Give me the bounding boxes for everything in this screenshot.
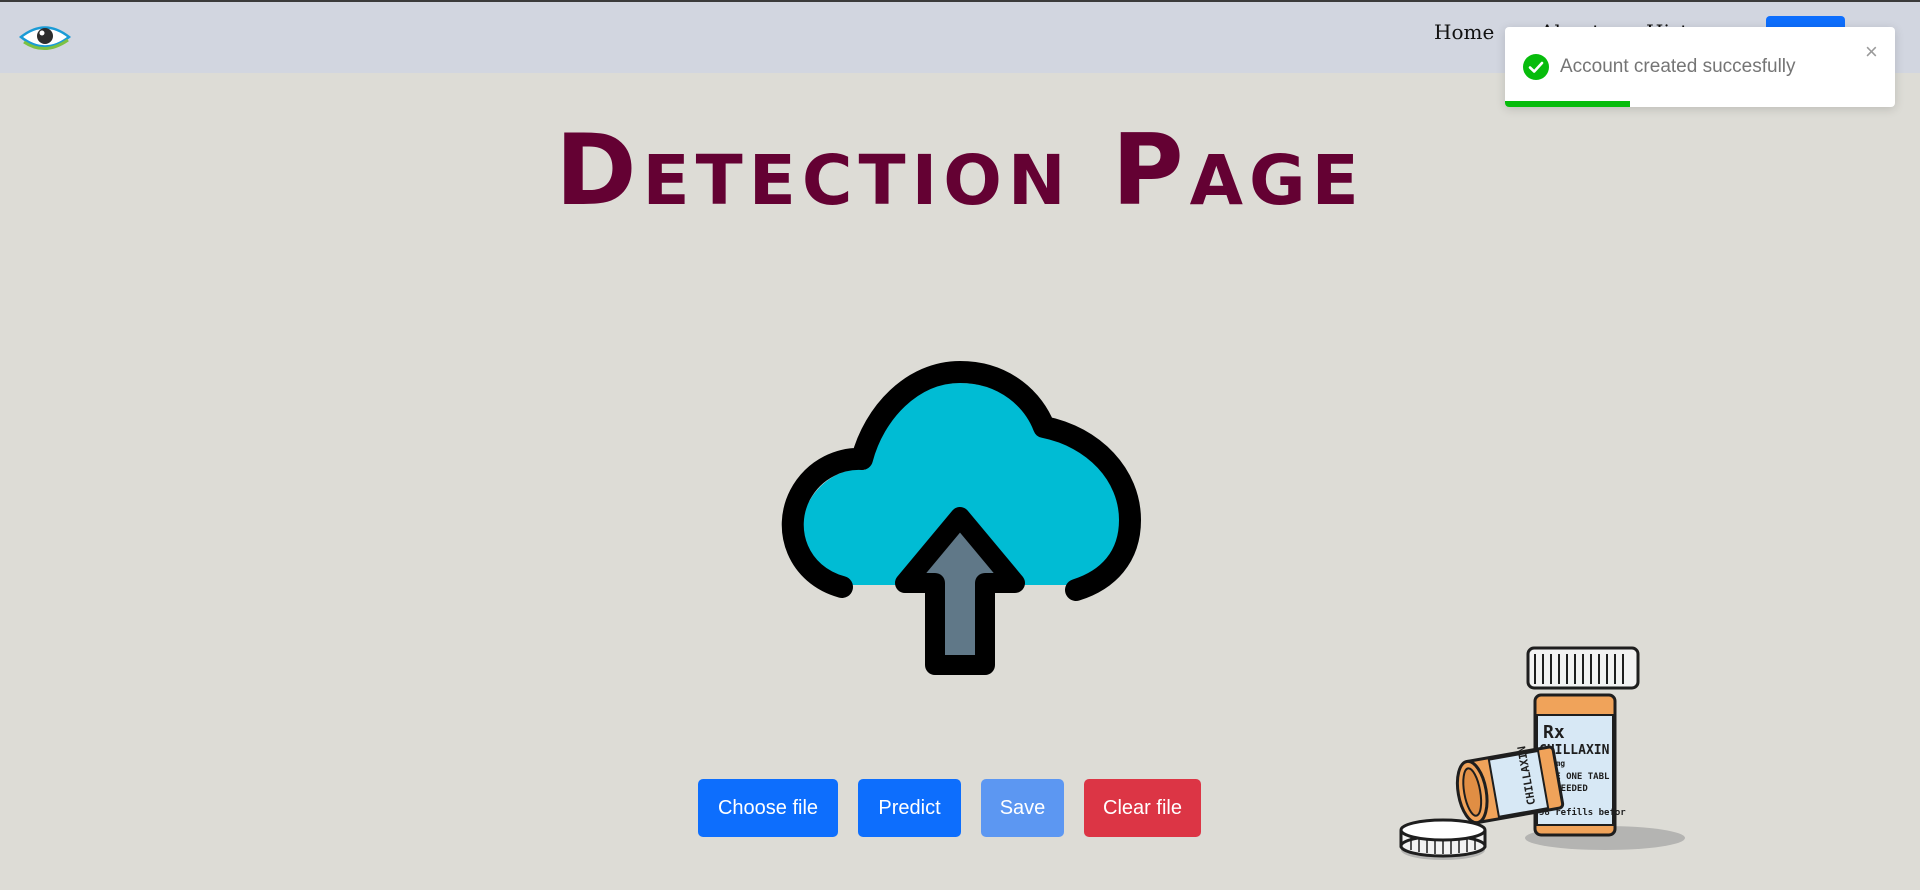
toast-progress-track: [1505, 101, 1895, 107]
toast-progress-bar: [1505, 101, 1630, 107]
eye-logo[interactable]: [18, 20, 72, 54]
clear-file-button[interactable]: Clear file: [1084, 779, 1201, 837]
cloud-upload-icon[interactable]: [770, 355, 1150, 695]
success-toast[interactable]: Account created succesfully ×: [1505, 27, 1895, 107]
save-button[interactable]: Save: [981, 779, 1064, 837]
page-title: Detection Page: [555, 114, 1365, 228]
pill-bottles-illustration: Rx CHILLAXIN 400mg TAKE ONE TABL AS NEED…: [1399, 646, 1685, 860]
nav-home-link[interactable]: Home: [1434, 20, 1494, 44]
choose-file-button[interactable]: Choose file: [698, 779, 838, 837]
rx-symbol: Rx: [1543, 722, 1565, 743]
toast-message: Account created succesfully: [1560, 56, 1796, 77]
check-circle-icon: [1523, 54, 1549, 80]
predict-button[interactable]: Predict: [858, 779, 961, 837]
close-icon[interactable]: ×: [1865, 41, 1878, 63]
